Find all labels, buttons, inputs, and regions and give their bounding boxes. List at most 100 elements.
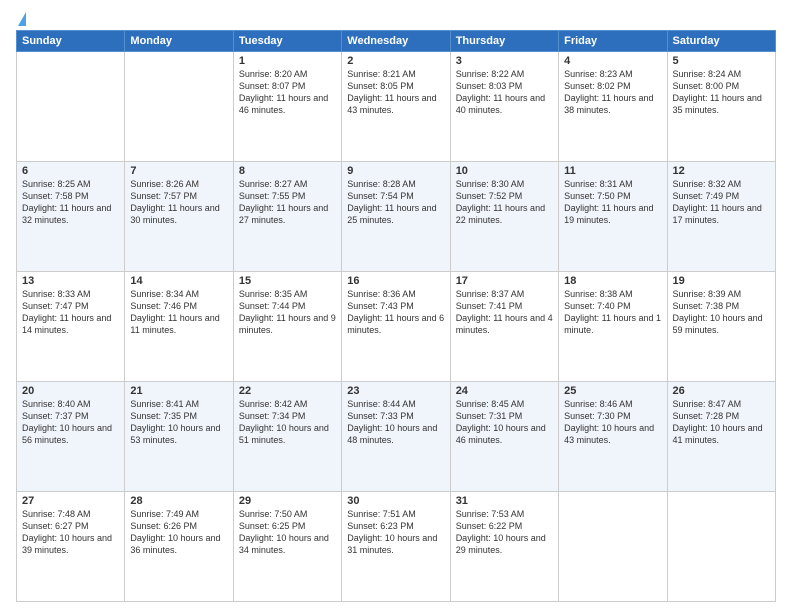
day-number: 25	[564, 385, 661, 397]
calendar-cell	[125, 52, 233, 162]
day-info: Sunrise: 8:22 AMSunset: 8:03 PMDaylight:…	[456, 69, 545, 115]
day-number: 20	[22, 385, 119, 397]
calendar-cell: 27Sunrise: 7:48 AMSunset: 6:27 PMDayligh…	[17, 492, 125, 602]
calendar-cell: 30 Sunrise: 7:51 AMSunset: 6:23 PMDayligh…	[342, 492, 450, 602]
calendar-cell: 13 Sunrise: 8:33 AMSunset: 7:47 PMDayligh…	[17, 272, 125, 382]
day-number: 31	[456, 495, 553, 507]
day-number: 16	[347, 275, 444, 287]
day-info: Sunrise: 8:24 AMSunset: 8:00 PMDaylight:…	[673, 69, 762, 115]
calendar-cell	[667, 492, 775, 602]
day-number: 14	[130, 275, 227, 287]
day-number: 19	[673, 275, 770, 287]
calendar-cell: 25 Sunrise: 8:46 AMSunset: 7:30 PMDayligh…	[559, 382, 667, 492]
day-number: 11	[564, 165, 661, 177]
calendar-cell: 22 Sunrise: 8:42 AMSunset: 7:34 PMDayligh…	[233, 382, 341, 492]
calendar-cell: 8 Sunrise: 8:27 AMSunset: 7:55 PMDaylight…	[233, 162, 341, 272]
day-number: 13	[22, 275, 119, 287]
day-info: Sunrise: 8:27 AMSunset: 7:55 PMDaylight:…	[239, 179, 328, 225]
calendar-cell: 24Sunrise: 8:45 AMSunset: 7:31 PMDayligh…	[450, 382, 558, 492]
day-number: 21	[130, 385, 227, 397]
weekday-header-thursday: Thursday	[450, 31, 558, 52]
day-info: Sunrise: 8:41 AMSunset: 7:35 PMDaylight:…	[130, 399, 220, 445]
day-number: 9	[347, 165, 444, 177]
day-number: 26	[673, 385, 770, 397]
calendar-cell: 29 Sunrise: 7:50 AMSunset: 6:25 PMDayligh…	[233, 492, 341, 602]
calendar-cell: 14Sunrise: 8:34 AMSunset: 7:46 PMDayligh…	[125, 272, 233, 382]
calendar-cell: 4 Sunrise: 8:23 AMSunset: 8:02 PMDaylight…	[559, 52, 667, 162]
day-info: Sunrise: 8:28 AMSunset: 7:54 PMDaylight:…	[347, 179, 436, 225]
day-info: Sunrise: 8:38 AMSunset: 7:40 PMDaylight:…	[564, 289, 661, 335]
calendar-cell: 21 Sunrise: 8:41 AMSunset: 7:35 PMDayligh…	[125, 382, 233, 492]
calendar-cell: 17 Sunrise: 8:37 AMSunset: 7:41 PMDayligh…	[450, 272, 558, 382]
calendar-cell: 11 Sunrise: 8:31 AMSunset: 7:50 PMDayligh…	[559, 162, 667, 272]
calendar-cell: 28Sunrise: 7:49 AMSunset: 6:26 PMDayligh…	[125, 492, 233, 602]
day-number: 4	[564, 55, 661, 67]
day-info: Sunrise: 8:20 AMSunset: 8:07 PMDaylight:…	[239, 69, 328, 115]
day-info: Sunrise: 8:31 AMSunset: 7:50 PMDaylight:…	[564, 179, 653, 225]
day-number: 30	[347, 495, 444, 507]
calendar-cell: 2 Sunrise: 8:21 AMSunset: 8:05 PMDaylight…	[342, 52, 450, 162]
day-number: 10	[456, 165, 553, 177]
calendar-week-3: 13 Sunrise: 8:33 AMSunset: 7:47 PMDayligh…	[17, 272, 776, 382]
day-info: Sunrise: 8:36 AMSunset: 7:43 PMDaylight:…	[347, 289, 444, 335]
day-number: 22	[239, 385, 336, 397]
day-number: 29	[239, 495, 336, 507]
day-info: Sunrise: 8:46 AMSunset: 7:30 PMDaylight:…	[564, 399, 654, 445]
calendar-cell: 15 Sunrise: 8:35 AMSunset: 7:44 PMDayligh…	[233, 272, 341, 382]
calendar-cell: 12 Sunrise: 8:32 AMSunset: 7:49 PMDayligh…	[667, 162, 775, 272]
calendar-cell: 3 Sunrise: 8:22 AMSunset: 8:03 PMDaylight…	[450, 52, 558, 162]
calendar-table: SundayMondayTuesdayWednesdayThursdayFrid…	[16, 30, 776, 602]
calendar-week-1: 1 Sunrise: 8:20 AMSunset: 8:07 PMDaylight…	[17, 52, 776, 162]
calendar-cell: 18 Sunrise: 8:38 AMSunset: 7:40 PMDayligh…	[559, 272, 667, 382]
logo	[16, 12, 26, 26]
day-number: 23	[347, 385, 444, 397]
day-info: Sunrise: 8:47 AMSunset: 7:28 PMDaylight:…	[673, 399, 763, 445]
day-info: Sunrise: 8:37 AMSunset: 7:41 PMDaylight:…	[456, 289, 553, 335]
calendar-cell: 5 Sunrise: 8:24 AMSunset: 8:00 PMDaylight…	[667, 52, 775, 162]
header	[16, 12, 776, 26]
day-number: 8	[239, 165, 336, 177]
day-info: Sunrise: 8:30 AMSunset: 7:52 PMDaylight:…	[456, 179, 545, 225]
day-number: 3	[456, 55, 553, 67]
calendar-cell: 20 Sunrise: 8:40 AMSunset: 7:37 PMDayligh…	[17, 382, 125, 492]
calendar-cell: 31Sunrise: 7:53 AMSunset: 6:22 PMDayligh…	[450, 492, 558, 602]
day-info: Sunrise: 7:48 AMSunset: 6:27 PMDaylight:…	[22, 509, 112, 555]
day-number: 17	[456, 275, 553, 287]
calendar-cell: 16 Sunrise: 8:36 AMSunset: 7:43 PMDayligh…	[342, 272, 450, 382]
day-info: Sunrise: 8:25 AMSunset: 7:58 PMDaylight:…	[22, 179, 111, 225]
day-info: Sunrise: 8:23 AMSunset: 8:02 PMDaylight:…	[564, 69, 653, 115]
calendar-cell	[559, 492, 667, 602]
day-number: 1	[239, 55, 336, 67]
day-number: 12	[673, 165, 770, 177]
day-number: 24	[456, 385, 553, 397]
calendar-cell: 9 Sunrise: 8:28 AMSunset: 7:54 PMDaylight…	[342, 162, 450, 272]
calendar-cell	[17, 52, 125, 162]
day-number: 18	[564, 275, 661, 287]
weekday-header-saturday: Saturday	[667, 31, 775, 52]
day-info: Sunrise: 8:39 AMSunset: 7:38 PMDaylight:…	[673, 289, 763, 335]
day-info: Sunrise: 8:32 AMSunset: 7:49 PMDaylight:…	[673, 179, 762, 225]
day-info: Sunrise: 8:35 AMSunset: 7:44 PMDaylight:…	[239, 289, 336, 335]
calendar-cell: 26 Sunrise: 8:47 AMSunset: 7:28 PMDayligh…	[667, 382, 775, 492]
day-number: 5	[673, 55, 770, 67]
calendar-week-2: 6 Sunrise: 8:25 AMSunset: 7:58 PMDaylight…	[17, 162, 776, 272]
day-info: Sunrise: 8:42 AMSunset: 7:34 PMDaylight:…	[239, 399, 329, 445]
calendar-header-row: SundayMondayTuesdayWednesdayThursdayFrid…	[17, 31, 776, 52]
weekday-header-monday: Monday	[125, 31, 233, 52]
weekday-header-wednesday: Wednesday	[342, 31, 450, 52]
day-number: 15	[239, 275, 336, 287]
day-info: Sunrise: 7:51 AMSunset: 6:23 PMDaylight:…	[347, 509, 437, 555]
weekday-header-tuesday: Tuesday	[233, 31, 341, 52]
calendar-week-4: 20 Sunrise: 8:40 AMSunset: 7:37 PMDayligh…	[17, 382, 776, 492]
day-info: Sunrise: 8:33 AMSunset: 7:47 PMDaylight:…	[22, 289, 111, 335]
calendar-cell: 6 Sunrise: 8:25 AMSunset: 7:58 PMDaylight…	[17, 162, 125, 272]
day-info: Sunrise: 8:21 AMSunset: 8:05 PMDaylight:…	[347, 69, 436, 115]
calendar-cell: 23Sunrise: 8:44 AMSunset: 7:33 PMDayligh…	[342, 382, 450, 492]
page: SundayMondayTuesdayWednesdayThursdayFrid…	[0, 0, 792, 612]
day-number: 2	[347, 55, 444, 67]
calendar-week-5: 27Sunrise: 7:48 AMSunset: 6:27 PMDayligh…	[17, 492, 776, 602]
day-info: Sunrise: 7:50 AMSunset: 6:25 PMDaylight:…	[239, 509, 329, 555]
day-number: 6	[22, 165, 119, 177]
day-info: Sunrise: 7:49 AMSunset: 6:26 PMDaylight:…	[130, 509, 220, 555]
day-info: Sunrise: 8:40 AMSunset: 7:37 PMDaylight:…	[22, 399, 112, 445]
